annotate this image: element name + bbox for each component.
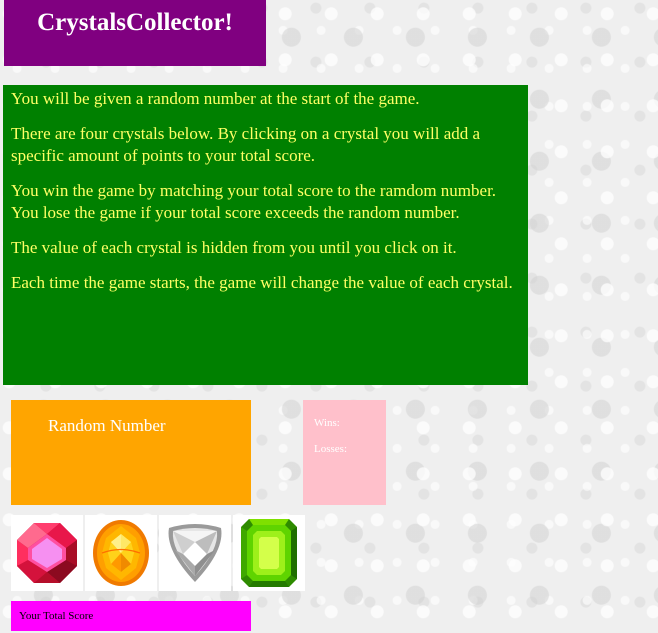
random-number-label: Random Number xyxy=(48,416,166,435)
losses-label: Losses: xyxy=(314,443,347,455)
red-crystal-button[interactable] xyxy=(11,515,83,591)
total-score-panel: Your Total Score xyxy=(11,601,251,631)
red-gem-icon xyxy=(17,523,77,583)
orange-gem-icon xyxy=(93,520,149,586)
random-number-panel: Random Number xyxy=(11,400,251,505)
instructions-panel: You will be given a random number at the… xyxy=(3,85,528,385)
crystal-row xyxy=(11,515,305,591)
game-title: CrystalsCollector! xyxy=(37,9,233,36)
wins-label: Wins: xyxy=(314,417,340,429)
orange-crystal-button[interactable] xyxy=(85,515,157,591)
instruction-paragraph: You will be given a random number at the… xyxy=(11,89,420,108)
instruction-paragraph: The value of each crystal is hidden from… xyxy=(11,238,457,257)
instruction-paragraph: You win the game by matching your total … xyxy=(11,181,497,222)
instruction-paragraph: There are four crystals below. By clicki… xyxy=(11,124,481,165)
green-gem-icon xyxy=(241,519,297,587)
white-crystal-button[interactable] xyxy=(159,515,231,591)
total-score-label: Your Total Score xyxy=(19,610,94,622)
title-banner: CrystalsCollector! xyxy=(4,0,266,66)
green-crystal-button[interactable] xyxy=(233,515,305,591)
instruction-paragraph: Each time the game starts, the game will… xyxy=(11,273,513,292)
white-gem-icon xyxy=(168,524,222,582)
scoreboard-panel: Wins: Losses: xyxy=(303,400,386,505)
